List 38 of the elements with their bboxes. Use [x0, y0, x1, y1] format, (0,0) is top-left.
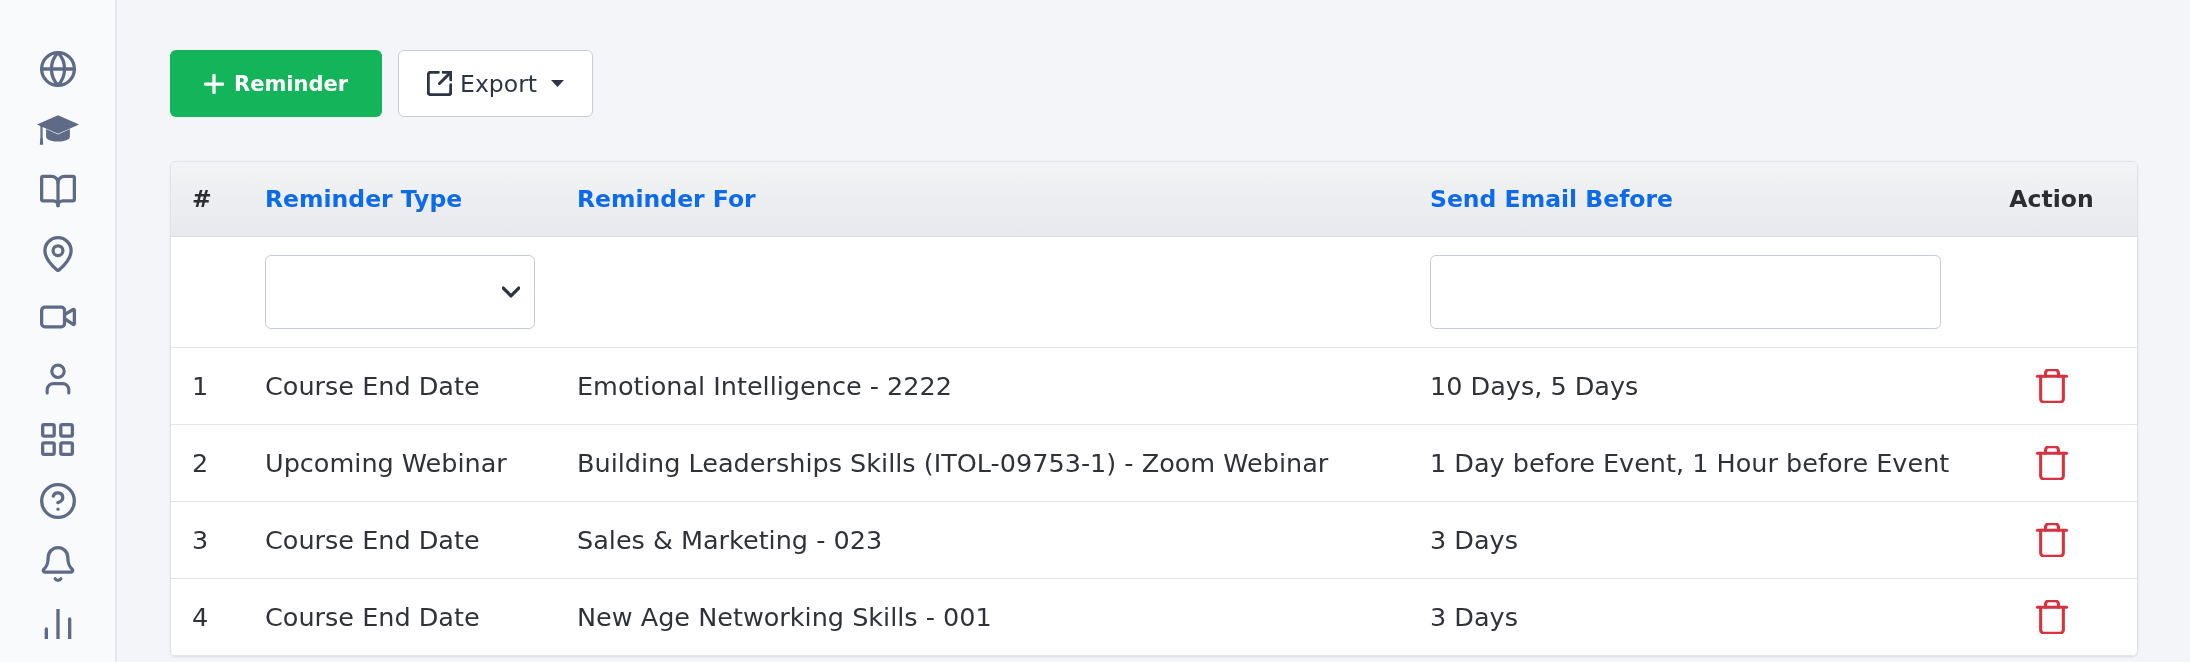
- table-cell: New Age Networking Skills - 001: [556, 578, 1409, 655]
- trash-icon[interactable]: [2034, 445, 2069, 480]
- trash-icon[interactable]: [2034, 522, 2069, 557]
- globe-icon[interactable]: [39, 51, 76, 87]
- table-cell: 10 Days, 5 Days: [1409, 347, 1964, 424]
- input-field[interactable]: [1430, 254, 1941, 329]
- column-header[interactable]: Reminder For: [556, 162, 1409, 236]
- table-cell: 3: [171, 501, 244, 578]
- table-cell: Course End Date: [244, 501, 556, 578]
- bell-icon[interactable]: [39, 546, 76, 582]
- table-cell: 1 Day before Event, 1 Hour before Event: [1409, 424, 1964, 501]
- table-cell: 2: [171, 424, 244, 501]
- caret-icon: [551, 80, 564, 87]
- column-header[interactable]: Send Email Before: [1409, 162, 1964, 236]
- add-reminder-button[interactable]: Reminder: [170, 50, 383, 117]
- column-header: #: [171, 162, 244, 236]
- bar-chart-icon[interactable]: [42, 609, 73, 639]
- table-cell: 3 Days: [1409, 578, 1964, 655]
- table-cell: Emotional Intelligence - 2222: [556, 347, 1409, 424]
- trash-icon[interactable]: [2034, 599, 2069, 634]
- column-header: Action: [1964, 162, 2137, 236]
- table-cell: Course End Date: [244, 347, 556, 424]
- trash-icon[interactable]: [2034, 368, 2069, 403]
- export-button[interactable]: Export: [398, 50, 593, 117]
- column-header[interactable]: Reminder Type: [244, 162, 556, 236]
- table-cell: Upcoming Webinar: [244, 424, 556, 501]
- table-cell: 1: [171, 347, 244, 424]
- book-icon[interactable]: [39, 173, 76, 209]
- graduation-cap-icon[interactable]: [35, 114, 80, 146]
- table-cell: Sales & Marketing - 023: [556, 501, 1409, 578]
- table-cell: 3 Days: [1409, 501, 1964, 578]
- external-link-icon: [427, 71, 453, 96]
- table-cell: 4: [171, 578, 244, 655]
- plus-icon: [204, 73, 224, 94]
- help-icon[interactable]: [39, 483, 76, 519]
- table-cell: Building Leaderships Skills (ITOL-09753-1) - Zoom Webinar: [556, 424, 1409, 501]
- grid-icon[interactable]: [41, 423, 74, 456]
- table-cell: Course End Date: [244, 578, 556, 655]
